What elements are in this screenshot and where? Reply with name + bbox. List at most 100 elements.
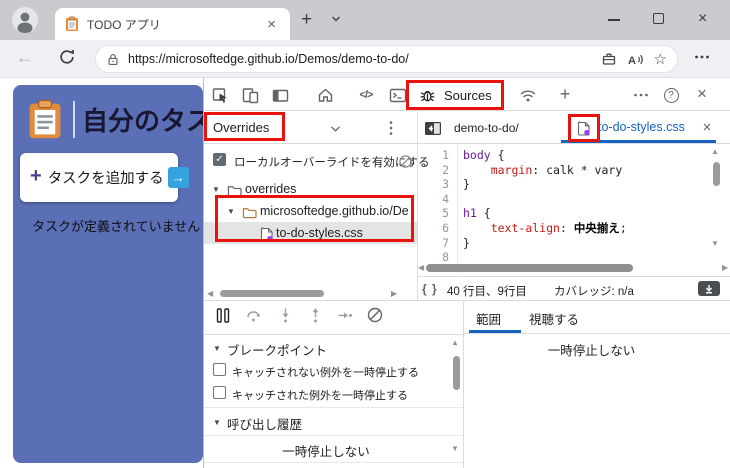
network-wifi-icon[interactable] — [519, 86, 537, 104]
step-over-icon[interactable] — [244, 306, 262, 324]
scroll-down-icon[interactable]: ▼ — [451, 445, 459, 453]
breakpoints-header[interactable]: ブレークポイント — [227, 340, 327, 359]
step-out-icon[interactable] — [306, 306, 324, 324]
window-minimize-button[interactable] — [608, 19, 620, 21]
pause-caught-checkbox[interactable] — [213, 386, 226, 399]
tab-close-icon[interactable]: × — [698, 118, 716, 136]
submit-arrow-icon[interactable] — [167, 167, 189, 188]
code-line: } — [463, 235, 470, 250]
profile-avatar[interactable] — [12, 7, 38, 33]
callstack-message: 一時停止しない — [282, 445, 370, 459]
expand-arrow-icon[interactable]: ▼ — [212, 185, 220, 194]
v-scrollbar-thumb[interactable] — [713, 162, 720, 186]
settings-menu-icon[interactable] — [694, 50, 710, 64]
console-icon[interactable] — [389, 86, 407, 104]
home-icon[interactable] — [316, 86, 334, 104]
address-bar[interactable]: https://microsoftedge.github.io/Demos/de… — [95, 45, 678, 73]
sources-bug-icon[interactable] — [418, 86, 436, 104]
window-close-button[interactable]: × — [698, 10, 707, 28]
chevron-down-icon[interactable] — [326, 120, 344, 138]
code-line: margin: calk * vary — [490, 162, 623, 177]
tab-css-file[interactable]: to-do-styles.css — [598, 120, 685, 134]
more-tabs-plus-icon[interactable]: + — [556, 84, 574, 104]
layout-panel-icon[interactable] — [271, 86, 289, 104]
expand-arrow-icon[interactable]: ▼ — [227, 207, 235, 216]
code-line: h1 { — [463, 206, 491, 221]
workspaces-icon[interactable] — [601, 51, 617, 67]
overrides-dropdown[interactable]: Overrides — [213, 120, 269, 135]
collapse-arrow-icon[interactable]: ▼ — [213, 418, 221, 427]
add-task-label: タスクを追加する — [47, 171, 164, 187]
enable-overrides-checkbox[interactable]: ✓ — [213, 153, 226, 166]
kebab-menu-icon[interactable] — [382, 119, 400, 137]
tab-watch[interactable]: 視聴する — [529, 309, 579, 328]
tree-item-domain[interactable]: microsoftedge.github.io/De — [260, 204, 409, 218]
callstack-header[interactable]: 呼び出し履歴 — [227, 414, 302, 433]
folder-icon — [225, 181, 243, 199]
empty-task-message: タスクが定義されていません — [32, 219, 201, 234]
titlebar: TODO アプリ × + × — [0, 0, 730, 40]
favorites-star-icon[interactable]: ☆ — [654, 52, 667, 67]
svg-text:A: A — [628, 55, 636, 67]
scroll-right-icon[interactable]: ▶ — [722, 264, 728, 272]
file-tab-active-underline — [561, 140, 716, 143]
help-icon[interactable]: ? — [662, 86, 680, 104]
code-line: text-align: 中央揃え; — [490, 220, 627, 235]
code-line: } — [463, 177, 470, 192]
cursor-position: 40 行目、9行目 — [447, 286, 527, 298]
v-scrollbar-thumb[interactable] — [453, 356, 460, 390]
new-tab-button[interactable]: + — [301, 9, 312, 31]
load-icon[interactable] — [698, 281, 720, 296]
editor-code[interactable]: body { margin: calk * vary} h1 { text-ali… — [463, 144, 627, 265]
pause-icon[interactable] — [214, 306, 232, 324]
divider — [417, 276, 730, 277]
tab-folder[interactable]: demo-to-do/ — [454, 121, 519, 135]
tab-list-chevron-icon[interactable] — [331, 15, 341, 23]
scope-message: 一時停止しない — [547, 344, 636, 358]
pause-uncaught-checkbox[interactable] — [213, 363, 226, 376]
clipboard-app-icon — [29, 99, 61, 139]
window-maximize-button[interactable] — [653, 13, 664, 24]
collapse-arrow-icon[interactable]: ▼ — [213, 344, 221, 353]
lock-icon — [108, 53, 118, 65]
elements-code-icon[interactable]: </> — [353, 86, 379, 104]
devtools-close-icon[interactable]: × — [693, 84, 711, 103]
step-into-icon[interactable] — [276, 306, 294, 324]
domain-folder-icon — [240, 203, 258, 221]
scroll-left-icon[interactable]: ◀ — [207, 290, 213, 298]
hide-navigator-icon[interactable] — [424, 119, 442, 137]
url-text: https://microsoftedge.github.io/Demos/de… — [128, 52, 409, 66]
scroll-right-icon[interactable]: ▶ — [391, 290, 397, 298]
scroll-up-icon[interactable]: ▲ — [451, 339, 459, 347]
gutter-divider — [457, 144, 458, 274]
read-aloud-icon[interactable]: A — [627, 52, 644, 67]
todo-app-card: 自分のタスク + タスクを追加する タスクが定義されていません — [13, 85, 203, 463]
inspect-icon[interactable] — [211, 86, 229, 104]
pane-divider[interactable] — [463, 300, 464, 468]
browser-tab[interactable]: TODO アプリ × — [55, 8, 290, 40]
pause-caught-label: キャッチされた例外を一時停止する — [232, 390, 408, 402]
clear-overrides-icon[interactable] — [396, 152, 414, 170]
css-file-icon — [257, 225, 275, 243]
back-button[interactable]: ← — [16, 48, 33, 68]
scroll-down-icon[interactable]: ▼ — [711, 240, 719, 248]
scroll-left-icon[interactable]: ◀ — [418, 264, 424, 272]
h-scrollbar-thumb[interactable] — [426, 264, 633, 272]
devtools-more-icon[interactable] — [632, 86, 650, 104]
tab-close-icon[interactable]: × — [263, 16, 280, 33]
device-emulation-icon[interactable] — [241, 86, 259, 104]
h-scrollbar-thumb[interactable] — [220, 290, 324, 297]
pause-uncaught-label: キャッチされない例外を一時停止する — [232, 367, 419, 379]
pretty-print-icon[interactable]: { } — [422, 282, 438, 296]
tab-scope[interactable]: 範囲 — [476, 309, 501, 328]
deactivate-breakpoints-icon[interactable] — [366, 306, 384, 324]
person-icon — [17, 12, 33, 33]
tab-sources[interactable]: Sources — [444, 88, 492, 103]
tree-item-overrides[interactable]: overrides — [245, 182, 296, 196]
todo-app-header: 自分のタスク — [27, 98, 203, 140]
tree-item-css-file[interactable]: to-do-styles.css — [276, 226, 363, 240]
add-task-button[interactable]: + タスクを追加する — [20, 153, 189, 202]
scroll-up-icon[interactable]: ▲ — [711, 148, 719, 156]
refresh-button[interactable] — [58, 48, 76, 66]
step-icon[interactable] — [336, 306, 354, 324]
